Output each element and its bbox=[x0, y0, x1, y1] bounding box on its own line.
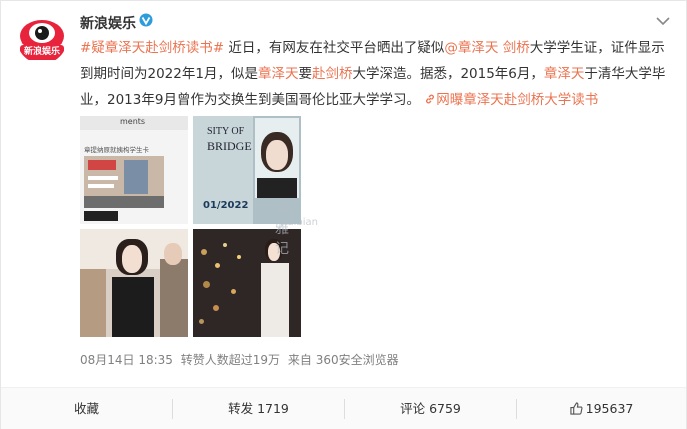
like-button[interactable]: 195637 bbox=[517, 388, 686, 429]
keyword-jianqiao: 剑桥 bbox=[502, 40, 530, 56]
author-name[interactable]: 新浪娱乐 bbox=[80, 13, 136, 33]
image-text: 章提纳原就姨构学生卡 bbox=[84, 146, 149, 154]
post-date[interactable]: 08月14日 18:35 bbox=[80, 353, 173, 367]
mention-link[interactable]: @章泽天 bbox=[444, 40, 498, 56]
weibo-card: 新浪娱乐 新浪娱乐 #疑章泽天赴剑桥读书# 近日，有网友在社交平台晒出了疑似@章… bbox=[0, 0, 687, 429]
post-image-3[interactable] bbox=[80, 229, 188, 337]
reposts-count-text: 转赞人数超过19万 bbox=[180, 353, 281, 367]
repost-button[interactable]: 转发 1719 bbox=[173, 388, 344, 429]
comment-button[interactable]: 评论 6759 bbox=[345, 388, 516, 429]
author-avatar[interactable]: 新浪娱乐 bbox=[17, 14, 67, 64]
post-text: #疑章泽天赴剑桥读书# 近日，有网友在社交平台晒出了疑似@章泽天 剑桥大学学生证… bbox=[80, 35, 670, 113]
keyword-name: 章泽天 bbox=[543, 66, 585, 82]
image-text: 01/2022 bbox=[203, 200, 249, 211]
hashtag-link[interactable]: #疑章泽天赴剑桥读书# bbox=[80, 40, 224, 56]
chevron-down-icon[interactable] bbox=[655, 15, 671, 27]
post-meta: 08月14日 18:35 转赞人数超过19万 来自 360安全浏览器 bbox=[80, 351, 403, 368]
avatar-text: 新浪娱乐 bbox=[23, 47, 60, 57]
image-watermark: 海 雅 记 bbox=[275, 201, 295, 257]
verified-icon bbox=[139, 13, 153, 27]
image-watermark-en: Haibian bbox=[280, 217, 319, 228]
comment-label: 评论 6759 bbox=[400, 401, 461, 416]
keyword-name: 章泽天 bbox=[257, 66, 299, 82]
image-text: SITY OF bbox=[207, 126, 245, 137]
article-link[interactable]: 网曝章泽天赴剑桥大学读书 bbox=[424, 92, 598, 108]
post-image-1[interactable]: ments 章提纳原就姨构学生卡 bbox=[80, 116, 188, 224]
article-link-text: 网曝章泽天赴剑桥大学读书 bbox=[436, 92, 599, 108]
favorite-label: 收藏 bbox=[73, 401, 99, 416]
keyword-fu: 赴剑桥 bbox=[311, 66, 353, 82]
text-segment: 近日，有网友在社交平台晒出了疑似 bbox=[228, 40, 445, 56]
text-segment: 大学深造。据悉，2015年6月， bbox=[352, 66, 544, 82]
favorite-button[interactable]: 收藏 bbox=[1, 388, 172, 429]
thumbs-up-icon bbox=[570, 402, 583, 415]
post-source: 来自 360安全浏览器 bbox=[287, 353, 399, 367]
like-count: 195637 bbox=[585, 401, 634, 416]
link-icon bbox=[426, 94, 435, 104]
action-bar: 收藏 转发 1719 评论 6759 195637 bbox=[1, 387, 686, 429]
image-text: ments bbox=[120, 117, 146, 126]
image-text: BRIDGE bbox=[207, 139, 252, 153]
text-segment: 要 bbox=[298, 66, 312, 82]
repost-label: 转发 1719 bbox=[228, 401, 289, 416]
